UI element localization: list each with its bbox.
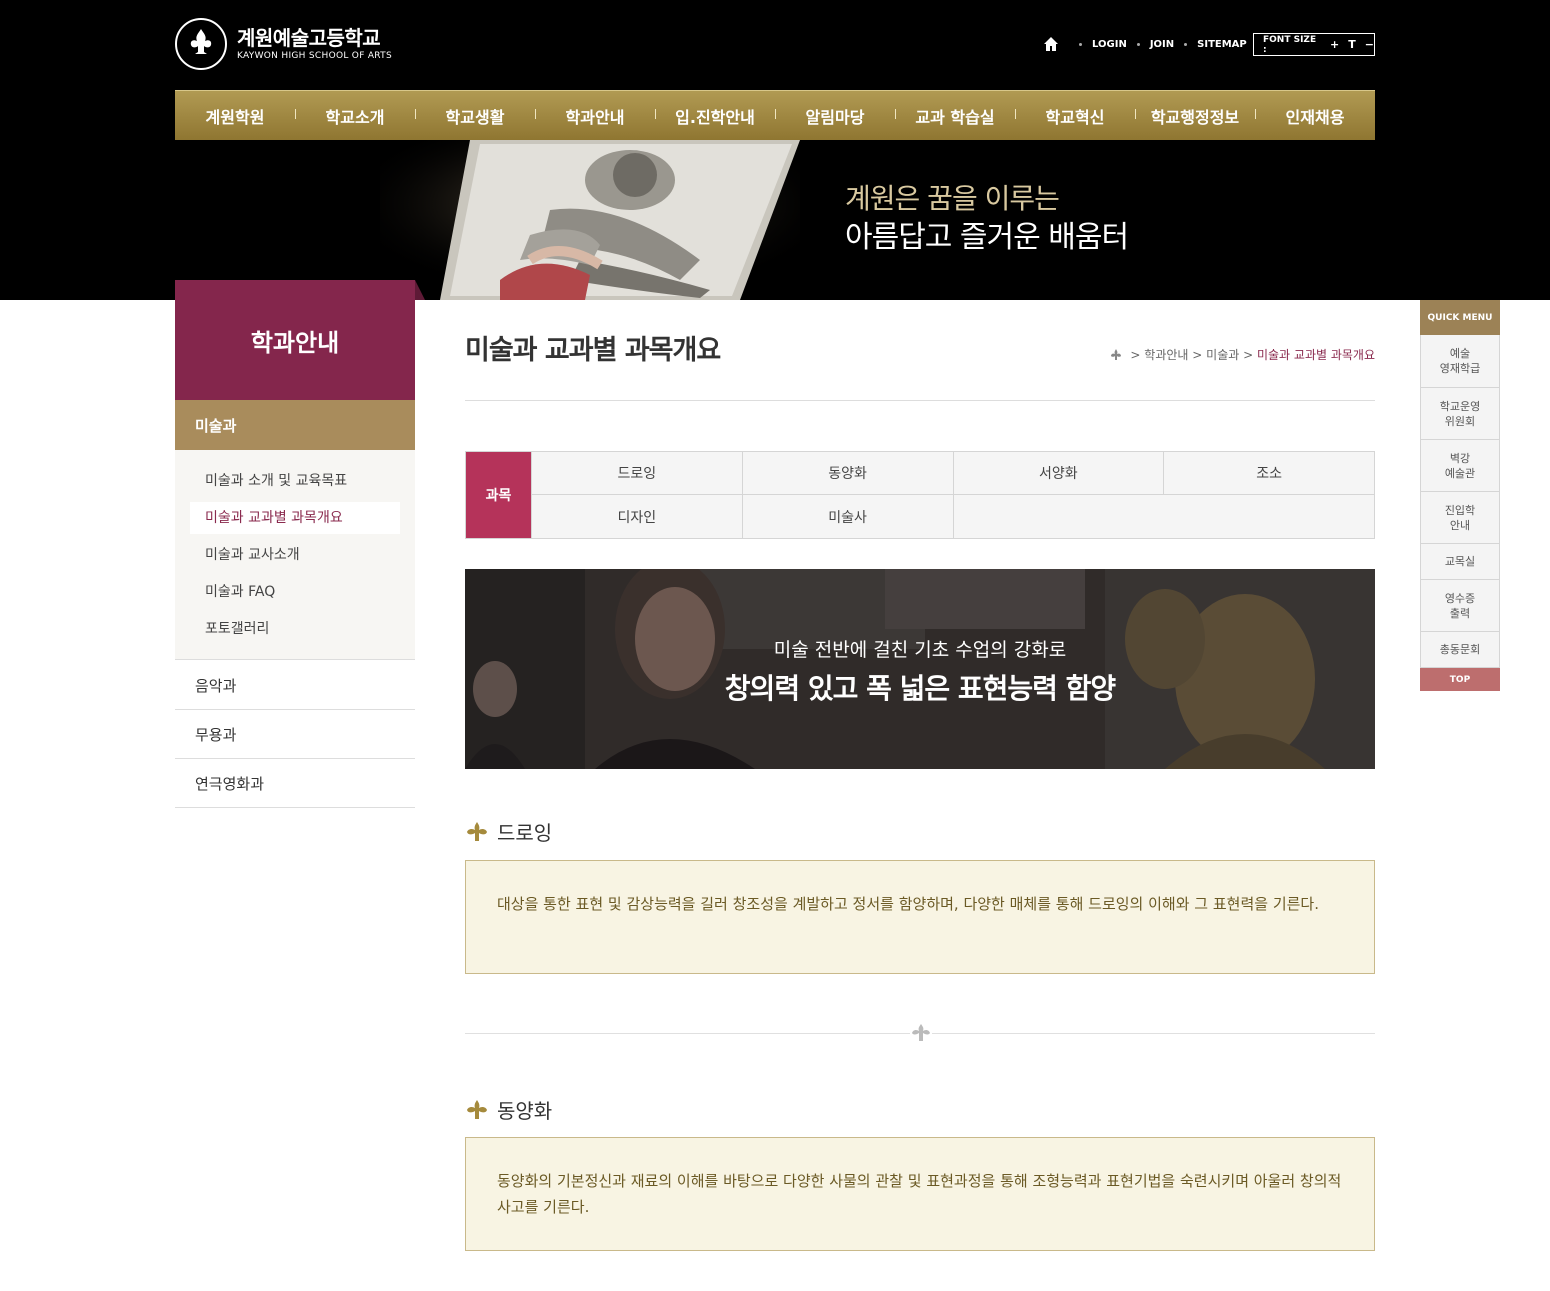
school-name: 계원예술고등학교 xyxy=(237,26,381,50)
gnb-item-departments[interactable]: 학과안내 xyxy=(535,104,655,128)
quick-item-chaplain-office[interactable]: 교목실 xyxy=(1421,543,1499,579)
quick-item-byeokgang-hall[interactable]: 벽강 예술관 xyxy=(1421,439,1499,491)
gnb-item-admin-info[interactable]: 학교행정정보 xyxy=(1135,104,1255,128)
banner-subtitle: 미술 전반에 걸친 기초 수업의 강화로 xyxy=(773,639,1067,661)
gnb-item-school-life[interactable]: 학교생활 xyxy=(415,104,535,128)
gnb-item-innovation[interactable]: 학교혁신 xyxy=(1015,104,1135,128)
school-logo[interactable]: 계원예술고등학교 KAYWON HIGH SCHOOL OF ARTS xyxy=(175,18,392,70)
sidebar-item-subject-overview[interactable]: 미술과 교과별 과목개요 xyxy=(190,502,400,534)
emblem-icon xyxy=(175,18,227,70)
font-size-label: FONT SIZE : xyxy=(1263,34,1317,55)
quick-menu-title: QUICK MENU xyxy=(1420,300,1500,335)
sidebar-submenu: 미술과 소개 및 교육목표 미술과 교과별 과목개요 미술과 교사소개 미술과 … xyxy=(175,450,415,660)
fleur-icon xyxy=(467,1099,487,1119)
font-decrease-button[interactable]: − xyxy=(1365,38,1374,51)
breadcrumb-item[interactable]: 학과안내 xyxy=(1144,346,1188,363)
title-divider xyxy=(465,400,1375,401)
utility-nav: LOGIN JOIN SITEMAP xyxy=(1043,36,1247,52)
slogan-line-1: 계원은 꿈을 이루는 xyxy=(845,182,1060,215)
separator-dot xyxy=(1184,42,1188,46)
subject-table: 과목 드로잉 동양화 서양화 조소 디자인 미술사 xyxy=(465,451,1375,539)
join-link[interactable]: JOIN xyxy=(1150,39,1174,50)
subject-link-art-history[interactable]: 미술사 xyxy=(741,495,953,538)
sidebar-item-teachers[interactable]: 미술과 교사소개 xyxy=(190,539,400,571)
quick-item-alumni[interactable]: 총동문회 xyxy=(1421,631,1499,667)
quick-menu: QUICK MENU 예술 영재학급 학교운영 위원회 벽강 예술관 진입학 안내 교목… xyxy=(1420,300,1500,691)
section-title-text: 드로잉 xyxy=(497,821,553,845)
gnb-item-notices[interactable]: 알림마당 xyxy=(775,104,895,128)
subject-table-header: 과목 xyxy=(466,452,531,538)
sidebar-item-theater-film[interactable]: 연극영화과 xyxy=(175,759,415,808)
subject-link-sculpture[interactable]: 조소 xyxy=(1163,452,1374,495)
subject-link-western-painting[interactable]: 서양화 xyxy=(952,452,1164,495)
font-reset-button[interactable]: T xyxy=(1348,38,1356,51)
font-increase-button[interactable]: + xyxy=(1330,38,1339,51)
sidebar-current-dept[interactable]: 미술과 xyxy=(175,400,415,450)
subject-link-oriental-painting[interactable]: 동양화 xyxy=(741,452,953,495)
separator-dot xyxy=(1079,42,1082,46)
sidebar-item-gallery[interactable]: 포토갤러리 xyxy=(190,613,400,645)
hero-drawing-image xyxy=(380,140,800,300)
gnb-item-classrooms[interactable]: 교과 학습실 xyxy=(895,104,1015,128)
top-button[interactable]: TOP xyxy=(1420,668,1500,691)
quick-item-gifted-class[interactable]: 예술 영재학급 xyxy=(1421,335,1499,387)
breadcrumb-item[interactable]: 미술과 xyxy=(1206,346,1239,363)
section-description-drawing: 대상을 통한 표현 및 감상능력을 길러 창조성을 계발하고 정서를 함양하며,… xyxy=(465,860,1375,974)
gnb-item-admissions[interactable]: 입.진학안내 xyxy=(655,104,775,128)
sidebar-title: 학과안내 xyxy=(175,280,425,400)
gnb-item-kaywon-foundation[interactable]: 계원학원 xyxy=(175,104,295,128)
main-nav: 계원학원 학교소개 학교생활 학과안내 입.진학안내 알림마당 교과 학습실 학… xyxy=(175,90,1375,140)
page-title: 미술과 교과별 과목개요 xyxy=(465,335,721,366)
section-title-text: 동양화 xyxy=(497,1099,553,1123)
sidebar-item-faq[interactable]: 미술과 FAQ xyxy=(190,576,400,608)
fleur-divider-icon xyxy=(910,1022,932,1044)
breadcrumb: > 학과안내 > 미술과 > 미술과 교과별 과목개요 xyxy=(1109,346,1375,363)
hero-slogan: 계원은 꿈을 이루는 아름답고 즐거운 배움터 xyxy=(845,180,1129,258)
home-icon[interactable] xyxy=(1043,36,1059,52)
section-title-drawing: 드로잉 xyxy=(465,817,552,846)
sidebar-item-intro[interactable]: 미술과 소개 및 교육목표 xyxy=(190,465,400,497)
subject-empty-cell xyxy=(952,495,1374,538)
gnb-item-about[interactable]: 학교소개 xyxy=(295,104,415,128)
separator-dot xyxy=(1136,42,1140,46)
sidebar-item-dance[interactable]: 무용과 xyxy=(175,710,415,759)
banner-headline: 창의력 있고 폭 넓은 표현능력 함양 xyxy=(724,672,1116,705)
school-name-english: KAYWON HIGH SCHOOL OF ARTS xyxy=(237,51,392,61)
quick-item-admission-guide[interactable]: 진입학 안내 xyxy=(1421,491,1499,543)
quick-item-receipt-print[interactable]: 영수증 출력 xyxy=(1421,579,1499,631)
top-header: 계원예술고등학교 KAYWON HIGH SCHOOL OF ARTS LOGI… xyxy=(0,0,1550,300)
department-banner: 미술 전반에 걸친 기초 수업의 강화로 창의력 있고 폭 넓은 표현능력 함양 xyxy=(465,569,1375,769)
section-title-oriental-painting: 동양화 xyxy=(465,1095,552,1124)
font-size-control: FONT SIZE : + T − xyxy=(1253,33,1375,56)
subject-link-design[interactable]: 디자인 xyxy=(531,495,742,538)
slogan-line-2: 아름답고 즐거운 배움터 xyxy=(845,220,1129,255)
fleur-icon xyxy=(467,821,487,841)
quick-item-school-committee[interactable]: 학교운영 위원회 xyxy=(1421,387,1499,439)
breadcrumb-current: 미술과 교과별 과목개요 xyxy=(1256,348,1375,362)
sidebar-item-music[interactable]: 음악과 xyxy=(175,661,415,710)
gnb-item-recruit[interactable]: 인재채용 xyxy=(1255,104,1375,128)
subject-link-drawing[interactable]: 드로잉 xyxy=(531,452,742,495)
sitemap-link[interactable]: SITEMAP xyxy=(1197,39,1247,50)
login-link[interactable]: LOGIN xyxy=(1092,39,1127,50)
section-description-oriental-painting: 동양화의 기본정신과 재료의 이해를 바탕으로 다양한 사물의 관찰 및 표현과… xyxy=(465,1137,1375,1251)
home-fleur-icon[interactable] xyxy=(1109,348,1123,362)
